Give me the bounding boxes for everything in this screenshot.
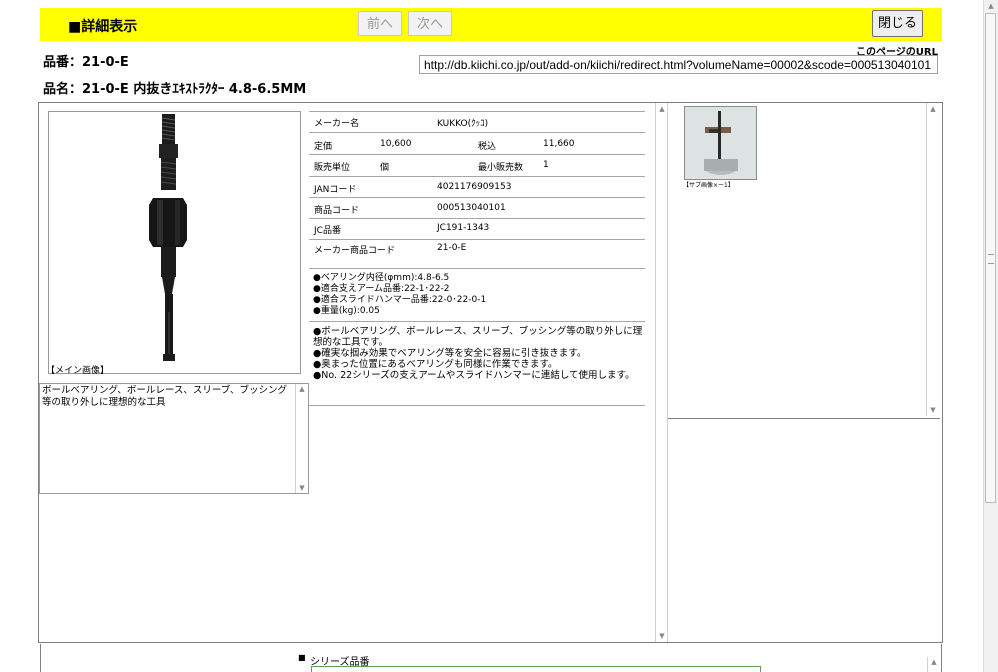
series-table [311,666,761,672]
scroll-down-icon[interactable]: ▼ [656,632,668,640]
page-scrollbar-thumb[interactable] [985,13,996,503]
scroll-down-icon[interactable]: ▼ [927,406,939,414]
spec-bullet: ●重量(kg):0.05 [313,306,380,316]
product-code-value: 000513040101 [437,203,506,213]
maker-label: メーカー名 [314,119,360,129]
jan-label: JANコード [314,185,357,195]
bullet-icon: ■ [298,653,306,662]
feature-item: ●ボールベアリング、ボールレース、スリーブ、ブッシング等の取り外しに理想的な工具… [313,326,643,348]
jan-value: 4021176909153 [437,182,512,192]
spec-bullet: ●ベアリング内径(φmm):4.8-6.5 [313,273,450,283]
tax-label: 税込 [478,142,497,152]
spec-divider [309,111,645,112]
spec-divider [309,154,645,155]
spec-bullet: ●適合スライドハンマー品番:22-0･22-0-1 [313,295,487,305]
scroll-up-icon[interactable]: ▲ [928,658,940,666]
sub-image-scrollbar[interactable]: ▲ ▼ [926,103,939,416]
detail-scrollbar[interactable]: ▲ ▼ [655,103,668,642]
page-url-field[interactable]: http://db.kiichi.co.jp/out/add-on/kiichi… [419,55,938,74]
unit-value: 個 [380,163,390,173]
spec-divider [309,176,645,177]
short-description: ボールベアリング、ボールレース、スリーブ、ブッシング等の取り外しに理想的な工具 [39,383,309,494]
scroll-up-icon[interactable]: ▲ [656,105,668,113]
header-bar [40,8,942,41]
spec-divider [309,321,645,322]
scroll-up-icon[interactable]: ▲ [985,2,997,10]
jc-label: JC品番 [314,226,341,236]
product-code-label: 商品コード [314,206,360,216]
spec-bullet: ●適合支えアーム品番:22-1･22-2 [313,284,450,294]
next-button[interactable]: 次へ [408,11,452,36]
maker-code-value: 21-0-E [437,243,467,253]
unit-label: 販売単位 [314,163,351,173]
spec-divider [309,268,645,269]
spec-divider [309,239,645,240]
spec-divider [309,405,645,406]
description-scrollbar[interactable]: ▲ ▼ [295,384,308,493]
main-image-caption: 【メイン画像】 [46,366,110,376]
maker-code-label: メーカー商品コード [314,246,396,256]
price-value: 10,600 [380,139,412,149]
scroll-down-icon[interactable]: ▼ [296,484,308,492]
spec-divider [309,218,645,219]
grip-icon [988,254,994,264]
jc-value: JC191-1343 [437,223,490,233]
maker-value: KUKKO(ｸｯｺ) [437,119,489,129]
feature-item: ●No. 22シリーズの支えアームやスライドハンマーに連結して使用します。 [313,370,635,381]
page-title: ■詳細表示 [68,19,138,35]
spec-divider [309,197,645,198]
min-qty-label: 最小販売数 [478,163,524,173]
extractor-tool-image [149,114,187,361]
feature-item: ●確実な掴み効果でベアリング等を安全に容易に引き抜きます。 [313,348,587,359]
main-image [48,111,301,374]
spec-divider [309,132,645,133]
series-scrollbar[interactable]: ▲ [927,657,940,672]
scroll-up-icon[interactable]: ▲ [296,385,308,393]
price-label: 定価 [314,142,333,152]
sub-image-thumbnail[interactable] [684,106,757,180]
feature-item: ●奥まった位置にあるベアリングも同様に作業できます。 [313,359,558,370]
min-qty-value: 1 [543,160,549,170]
product-number: 品番：21-0-E [43,55,129,70]
sub-image-photo [685,107,756,179]
product-name: 品名：21-0-E 内抜きｴｷｽﾄﾗｸﾀｰ 4.8-6.5MM [43,82,307,97]
tax-value: 11,660 [543,139,575,149]
prev-button[interactable]: 前へ [358,11,402,36]
short-description-text: ボールベアリング、ボールレース、スリーブ、ブッシング等の取り外しに理想的な工具 [42,385,288,408]
scroll-up-icon[interactable]: ▲ [927,105,939,113]
close-button[interactable]: 閉じる [872,10,923,37]
sub-image-caption: 【サブ画像×ー1】 [683,182,734,189]
